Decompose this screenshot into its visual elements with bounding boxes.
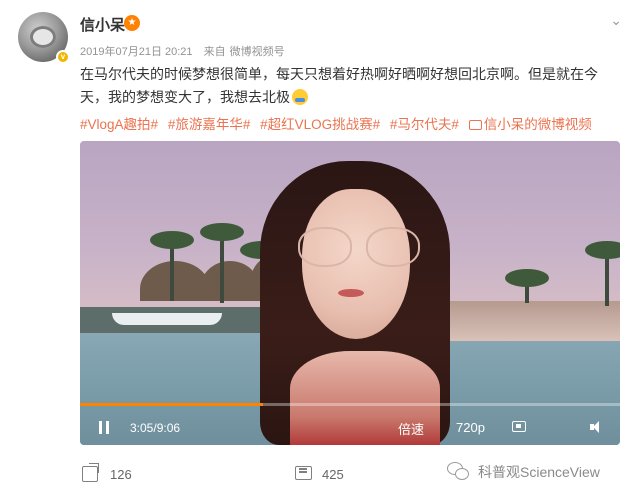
post-actions: 126 425 科普观ScienceView [0, 456, 640, 496]
wechat-icon [447, 462, 469, 480]
video-frame-palm [150, 231, 194, 301]
post-source[interactable]: 微博视频号 [230, 46, 285, 58]
post-date[interactable]: 2019年07月21日 20:21 [80, 46, 193, 58]
hashtag-link[interactable]: #旅游嘉年华# [168, 117, 251, 132]
member-icon[interactable]: ★ [124, 15, 140, 31]
video-time: 3:05/9:06 [130, 421, 181, 435]
duration: 9:06 [156, 421, 181, 435]
volume-icon[interactable] [590, 420, 604, 434]
picture-in-picture-icon[interactable] [512, 421, 526, 432]
video-controls: 3:05/9:06 倍速 720p [80, 409, 620, 445]
video-frame-glasses [298, 227, 420, 267]
pause-icon[interactable] [98, 421, 110, 434]
video-frame-lips [338, 289, 364, 297]
comment-icon[interactable] [295, 466, 312, 480]
video-progress-bar[interactable] [80, 403, 620, 406]
chevron-down-icon[interactable]: ⌄ [610, 12, 622, 29]
video-frame-palm [585, 241, 620, 306]
video-frame-beach [420, 301, 620, 341]
post-tags: #VlogA趣拍# #旅游嘉年华# #超红VLOG挑战赛# #马尔代夫# 信小呆… [80, 113, 592, 133]
video-frame-boat [112, 313, 222, 325]
hashtag-link[interactable]: #马尔代夫# [390, 117, 459, 132]
speed-button[interactable]: 倍速 [398, 419, 424, 438]
comment-count[interactable]: 425 [322, 467, 344, 482]
post-text: 在马尔代夫的时候梦想很简单，每天只想着好热啊好晒啊好想回北京啊。但是就在今天，我… [80, 63, 620, 109]
video-link-icon [468, 120, 482, 130]
share-count[interactable]: 126 [110, 467, 132, 482]
current-time: 3:05 [130, 421, 154, 435]
post-meta: 2019年07月21日 20:21 来自 微博视频号 [80, 43, 293, 59]
video-progress-fill [80, 403, 264, 406]
share-icon[interactable] [82, 463, 99, 482]
quality-button[interactable]: 720p [456, 420, 485, 435]
face-emoji-icon [292, 89, 308, 105]
watermark-text: 科普观ScienceView [478, 464, 600, 480]
verified-badge-icon: v [56, 50, 70, 64]
hashtag-link[interactable]: #VlogA趣拍# [80, 117, 158, 132]
username[interactable]: 信小呆 [80, 14, 125, 35]
video-frame-palm [200, 223, 244, 303]
hashtag-link[interactable]: #超红VLOG挑战赛# [260, 117, 380, 132]
post-body: 在马尔代夫的时候梦想很简单，每天只想着好热啊好晒啊好想回北京啊。但是就在今天，我… [80, 66, 598, 105]
video-link-label[interactable]: 信小呆的微博视频 [484, 117, 592, 132]
video-player[interactable]: 3:05/9:06 倍速 720p [80, 141, 620, 445]
video-frame-palm [505, 269, 549, 303]
source-prefix: 来自 [203, 46, 226, 58]
video-link[interactable]: 信小呆的微博视频 [468, 117, 592, 132]
